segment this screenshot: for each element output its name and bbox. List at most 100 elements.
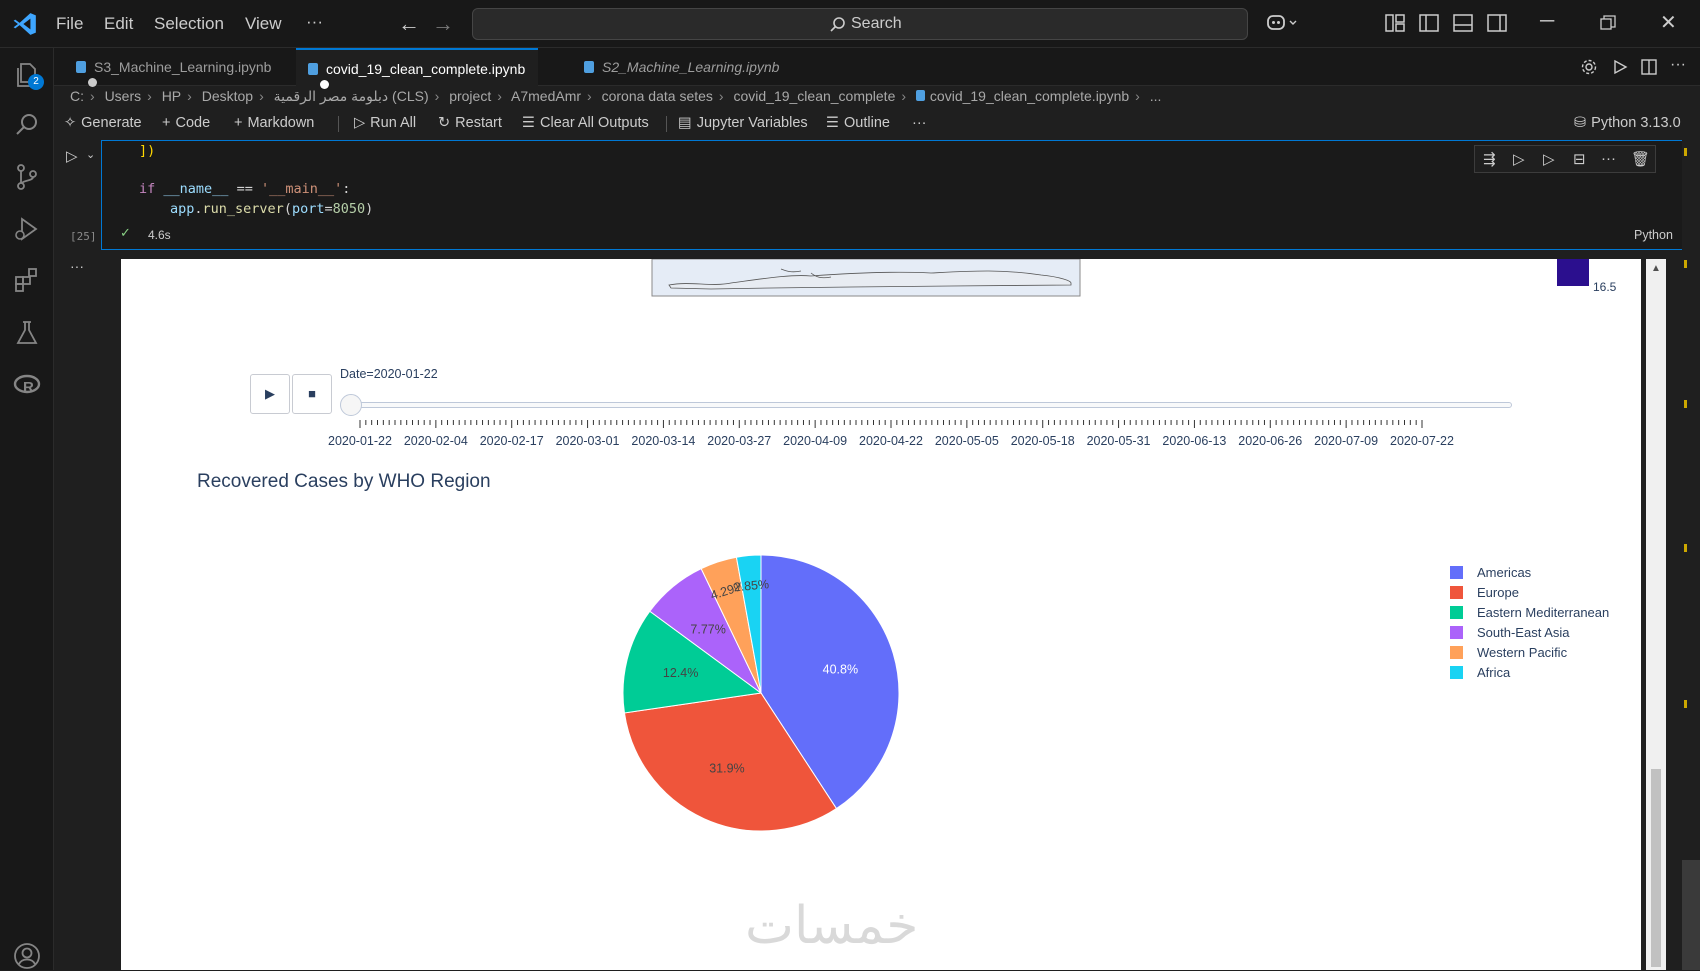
kernel-picker-button[interactable]: ⛁ Python 3.13.0 [1574,115,1681,131]
split-cell-icon[interactable]: ⊟ [1573,150,1586,168]
run-all-icon: ▷ [354,115,366,131]
slider-date-label: 2020-03-14 [631,434,696,448]
date-slider-handle[interactable] [340,394,362,416]
forward-arrow-icon[interactable]: → [432,11,454,37]
pie-slice-label: 31.9% [709,761,744,775]
restart-kernel-button[interactable]: ↻ Restart [438,115,502,131]
slider-date-label: 2020-07-22 [1390,434,1454,448]
toolbar-more-button[interactable]: ··· [912,115,927,131]
slider-date-label: 2020-05-18 [1010,434,1075,448]
close-window-icon[interactable]: ✕ [1660,10,1677,35]
cell-execution-count: [25] [70,230,97,243]
breadcrumb-item[interactable]: covid_19_clean_complete [733,88,895,104]
menu-selection[interactable]: Selection [154,14,224,34]
r-extension-icon[interactable]: R [12,370,42,400]
source-control-icon[interactable] [12,162,42,192]
search-label: Search [851,15,902,32]
code-line-run-server: app.run_server(port=8050) [170,201,374,217]
legend-item[interactable]: Europe [1450,585,1519,603]
tab-label: covid_19_clean_complete.ipynb [326,61,526,77]
breadcrumb-item[interactable]: project [449,88,491,104]
output-scrollbar[interactable]: ▲ [1646,259,1666,970]
tab-s3-machine-learning[interactable]: S3_Machine_Learning.ipynb [64,48,290,87]
restore-icon[interactable] [1599,14,1617,32]
generate-button[interactable]: ✧ Generate [64,115,142,131]
slider-date-label: 2020-06-26 [1238,434,1303,448]
breadcrumb-item[interactable]: Users [105,88,142,104]
tab-covid-19-clean-complete[interactable]: covid_19_clean_complete.ipynb [296,48,538,89]
search-sidebar-icon[interactable] [12,110,42,140]
run-cell-button[interactable]: ▷ [66,147,78,165]
clear-all-outputs-button[interactable]: ☰ Clear All Outputs [522,115,649,131]
command-center-search[interactable]: Search [472,8,1248,40]
slider-date-label: 2020-05-05 [934,434,999,448]
legend-item[interactable]: Americas [1450,565,1531,583]
more-actions-icon[interactable]: ··· [1670,56,1686,74]
breadcrumb-item[interactable]: HP [162,88,181,104]
plus-icon: + [234,115,243,131]
legend-item[interactable]: South-East Asia [1450,625,1570,643]
slider-date-label: 2020-07-09 [1314,434,1379,448]
slider-date-label: 2020-06-13 [1162,434,1227,448]
legend-item[interactable]: Eastern Mediterranean [1450,605,1609,623]
menu-view[interactable]: View [245,14,282,34]
breadcrumb-item[interactable]: ... [1150,88,1162,104]
add-markdown-cell-button[interactable]: + Markdown [234,115,314,131]
settings-gear-icon[interactable] [1580,58,1598,76]
split-editor-icon[interactable] [1640,58,1658,76]
cell-run-options-chevron-icon[interactable]: ⌄ [86,148,95,161]
run-all-button[interactable]: ▷ Run All [354,115,416,131]
toggle-panel-icon[interactable] [1452,12,1474,34]
output-scrollbar-thumb[interactable] [1651,769,1661,967]
tab-s2-machine-learning[interactable]: S2_Machine_Learning.ipynb [564,48,790,86]
tab-label: S3_Machine_Learning.ipynb [94,59,272,75]
editor-tabs: S3_Machine_Learning.ipynb covid_19_clean… [54,48,1700,89]
cell-language[interactable]: Python [1634,228,1673,242]
legend-item[interactable]: Africa [1450,665,1510,683]
copilot-icon[interactable] [1265,12,1299,34]
menu-edit[interactable]: Edit [104,14,133,34]
slider-date-label: 2020-01-22 [328,434,392,448]
back-arrow-icon[interactable]: ← [398,11,420,37]
cell-output: 16.5 ▶ ■ Date=2020-01-22 2020-01-22 2020-… [121,259,1641,970]
customize-layout-icon[interactable] [1384,12,1406,34]
pie-slice-label: 40.8% [823,662,858,676]
breadcrumb-item[interactable]: corona data setes [602,88,713,104]
editor-scrollbar[interactable] [1682,140,1700,970]
output-more-icon[interactable]: ··· [70,258,84,274]
code-line-bracket: ]) [139,143,156,159]
breadcrumb-item[interactable]: Desktop [202,88,253,104]
account-icon[interactable] [12,941,42,971]
svg-text:R: R [23,379,34,396]
date-slider-track[interactable] [350,402,1512,408]
slider-tickmarks [359,420,1423,428]
execute-below-icon[interactable]: ▷ [1543,150,1555,168]
stop-animation-button[interactable]: ■ [292,374,332,414]
menu-more[interactable]: ··· [306,12,323,32]
scroll-up-icon[interactable]: ▲ [1651,263,1661,274]
run-debug-icon[interactable] [12,214,42,244]
minimize-icon[interactable]: ─ [1540,10,1554,33]
toggle-primary-sidebar-icon[interactable] [1418,12,1440,34]
run-icon[interactable] [1611,58,1629,76]
cell-more-icon[interactable]: ··· [1601,150,1616,167]
extensions-icon[interactable] [12,266,42,296]
breadcrumb-item[interactable]: C: [70,88,84,104]
success-check-icon: ✓ [120,225,131,240]
run-by-line-icon[interactable]: ⇶ [1483,150,1496,168]
breadcrumb-item[interactable]: دبلومة مصر الرقمية (CLS) [274,88,429,104]
code-cell[interactable]: ]) if __name__ == '__main__': app.run_se… [101,140,1685,250]
tab-label: S2_Machine_Learning.ipynb [602,59,780,75]
delete-cell-icon[interactable]: 🗑 [1631,150,1650,168]
outline-button[interactable]: ☰ Outline [826,115,890,131]
testing-flask-icon[interactable] [12,318,42,348]
play-animation-button[interactable]: ▶ [250,374,290,414]
breadcrumb-item[interactable]: covid_19_clean_complete.ipynb [930,88,1129,104]
toggle-secondary-sidebar-icon[interactable] [1486,12,1508,34]
legend-item[interactable]: Western Pacific [1450,645,1567,663]
menu-file[interactable]: File [56,14,83,34]
execute-above-icon[interactable]: ▷ [1513,150,1525,168]
add-code-cell-button[interactable]: + Code [162,115,210,131]
jupyter-variables-button[interactable]: ▤ Jupyter Variables [678,115,808,131]
breadcrumb-item[interactable]: A7medAmr [511,88,581,104]
